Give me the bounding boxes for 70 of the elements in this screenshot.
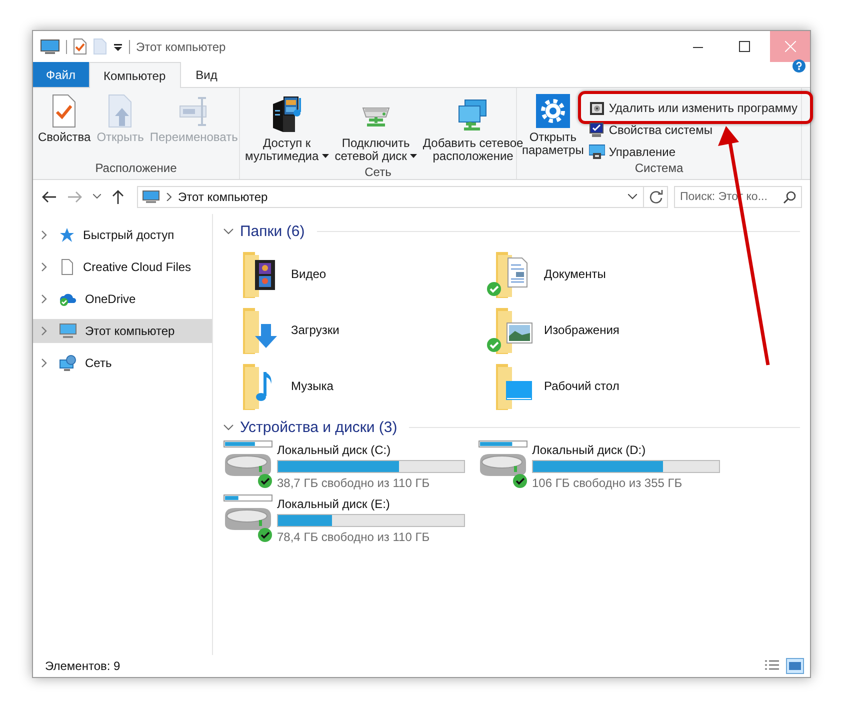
- computer-icon: [588, 144, 605, 160]
- drive-free-space: 38,7 ГБ свободно из 110 ГБ: [277, 476, 431, 490]
- nav-item[interactable]: Этот компьютер: [33, 319, 212, 343]
- caret-icon: [410, 154, 417, 159]
- drive-name[interactable]: Локальный диск (D:): [532, 443, 720, 457]
- computer-icon[interactable]: [40, 38, 60, 54]
- expand-icon[interactable]: [41, 262, 48, 272]
- nav-item[interactable]: Сеть: [33, 351, 212, 375]
- large-icons-view-icon[interactable]: [786, 658, 804, 674]
- settings-icon: [536, 94, 570, 128]
- expand-icon[interactable]: [41, 326, 48, 336]
- collapse-icon[interactable]: [223, 228, 234, 234]
- file-icon: [59, 259, 75, 275]
- expand-icon[interactable]: [41, 294, 48, 304]
- monitor-check-icon: [588, 122, 605, 138]
- expand-icon[interactable]: [41, 358, 48, 368]
- ribbon-menu-item[interactable]: Удалить или изменить программу: [586, 98, 800, 117]
- ribbon-group-label: Система: [634, 161, 684, 177]
- folder-name[interactable]: Видео: [291, 267, 326, 281]
- drive-icon[interactable]: [478, 440, 528, 490]
- section-title[interactable]: Папки (6): [240, 222, 305, 240]
- forward-icon[interactable]: [67, 190, 83, 204]
- ribbon-button[interactable]: Свойства: [35, 92, 94, 146]
- collapse-icon[interactable]: [223, 424, 234, 430]
- window-title: Этот компьютер: [136, 40, 226, 54]
- ribbon-group-label: Сеть: [364, 165, 392, 179]
- ribbon-group-label: Расположение: [94, 161, 178, 177]
- computer-icon: [142, 190, 160, 204]
- ribbon-menu-item[interactable]: Управление: [586, 142, 678, 161]
- refresh-icon[interactable]: [648, 190, 662, 204]
- star-icon: [59, 227, 75, 243]
- ribbon-menu-item[interactable]: Свойства системы: [586, 120, 714, 139]
- help-icon[interactable]: [792, 59, 806, 73]
- address-field[interactable]: Этот компьютер: [137, 186, 668, 208]
- disc-box-icon: [588, 100, 605, 116]
- section-title[interactable]: Устройства и диски (3): [240, 418, 398, 436]
- address-path[interactable]: Этот компьютер: [178, 190, 268, 204]
- back-icon[interactable]: [41, 190, 57, 204]
- drive-name[interactable]: Локальный диск (E:): [277, 497, 465, 511]
- folder-name[interactable]: Рабочий стол: [544, 379, 620, 393]
- item-count: Элементов: 9: [45, 659, 120, 673]
- up-icon[interactable]: [111, 189, 125, 205]
- chevron-icon: [166, 193, 172, 201]
- nav-item[interactable]: OneDrive: [33, 287, 212, 311]
- nav-item[interactable]: Быстрый доступ: [33, 223, 212, 247]
- nav-item[interactable]: Creative Cloud Files: [33, 255, 212, 279]
- search-icon[interactable]: [783, 191, 796, 204]
- properties-icon[interactable]: [73, 38, 87, 55]
- folder-name[interactable]: Музыка: [291, 379, 334, 393]
- drive-icon[interactable]: [223, 440, 273, 490]
- maximize-icon[interactable]: [738, 41, 750, 52]
- ribbon-button[interactable]: Доступ к мультимедиа: [242, 92, 332, 165]
- cloud-icon: [59, 291, 77, 307]
- drive-name[interactable]: Локальный диск (C:): [277, 443, 465, 457]
- drive-free-space: 78,4 ГБ свободно из 110 ГБ: [277, 530, 431, 544]
- folder-name[interactable]: Загрузки: [291, 323, 340, 337]
- network-icon: [59, 355, 77, 371]
- ribbon-tab[interactable]: Файл: [33, 62, 89, 87]
- ribbon-tab[interactable]: Вид: [180, 62, 232, 87]
- ribbon-tab[interactable]: Компьютер: [88, 62, 181, 88]
- dropdown-icon[interactable]: [113, 42, 123, 52]
- expand-icon[interactable]: [41, 230, 48, 240]
- drive-free-space: 106 ГБ свободно из 355 ГБ: [532, 476, 684, 490]
- drive-icon[interactable]: [223, 494, 273, 544]
- computer-icon: [59, 323, 77, 339]
- folder-name[interactable]: Изображения: [544, 323, 620, 337]
- dropdown-icon[interactable]: [628, 194, 637, 200]
- ribbon-button[interactable]: Подключить сетевой диск: [332, 92, 420, 165]
- folder-name[interactable]: Документы: [544, 267, 606, 281]
- caret-icon: [322, 154, 329, 159]
